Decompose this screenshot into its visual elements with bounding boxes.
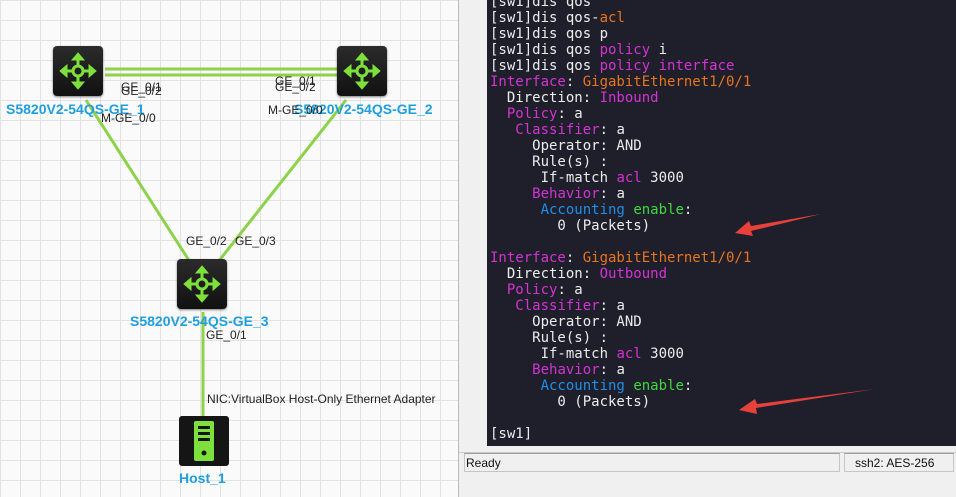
port-label-sw3-ge01: GE_0/1 <box>206 328 247 342</box>
annotation-arrows <box>735 214 875 414</box>
port-label-host-nic: NIC:VirtualBox Host-Only Ethernet Adapte… <box>207 392 436 406</box>
connection-cipher: ssh2: AES-256 <box>844 453 954 472</box>
device-label-host1[interactable]: Host_1 <box>179 470 226 486</box>
red-arrow-icon <box>735 214 821 236</box>
switch-1-router-icon[interactable] <box>53 46 103 96</box>
port-label-sw1-mgmt: M-GE_0/0 <box>101 111 156 125</box>
switch-2-router-icon[interactable] <box>337 46 387 96</box>
topology-canvas[interactable]: S5820V2-54QS-GE_1 S5820V2-54QS-GE_2 S582… <box>0 0 458 497</box>
port-label-sw3-ge02: GE_0/2 <box>186 234 227 248</box>
terminal-screen[interactable]: [sw1]dis qos [sw1]dis qos-acl [sw1]dis qos… <box>487 0 956 446</box>
device-label-sw3[interactable]: S5820V2-54QS-GE_3 <box>130 313 269 329</box>
router-icon <box>59 52 97 90</box>
port-label-sw2-ge02: GE_0/2 <box>275 80 316 94</box>
port-label-sw1-ge02: GE_0/2 <box>121 84 162 98</box>
host-icon <box>194 421 214 461</box>
host-1-pc-icon[interactable] <box>179 416 229 466</box>
port-label-sw3-ge03: GE_0/3 <box>235 234 276 248</box>
status-text: Ready <box>464 453 840 472</box>
router-icon <box>343 52 381 90</box>
port-label-sw2-mgmt: M-GE_0/0 <box>268 103 323 117</box>
switch-3-router-icon[interactable] <box>177 259 227 309</box>
status-bar: Ready ssh2: AES-256 <box>459 452 956 474</box>
red-arrow-icon <box>739 389 875 414</box>
ssh-terminal-window: [sw1]dis qos [sw1]dis qos-acl [sw1]dis qos… <box>458 0 956 497</box>
router-icon <box>183 265 221 303</box>
